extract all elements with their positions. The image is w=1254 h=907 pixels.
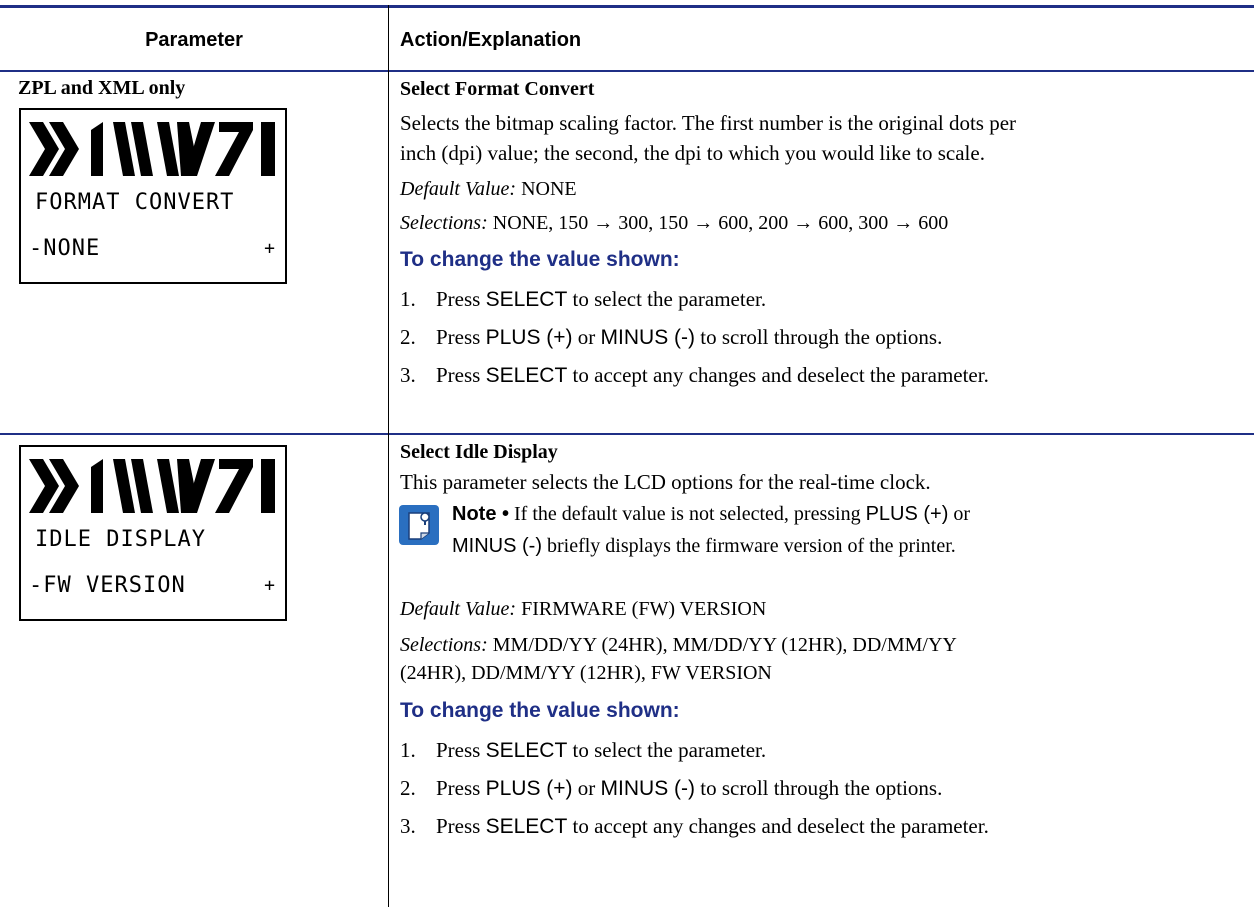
header-action: Action/Explanation — [400, 28, 582, 51]
header-bottom-rule — [0, 70, 1254, 72]
row2-step-2: 2. Press PLUS (+) or MINUS (-) to scroll … — [400, 776, 943, 800]
zebra-logo-icon — [29, 459, 275, 513]
row2-default: Default Value: FIRMWARE (FW) VERSION — [400, 594, 766, 624]
row1-title: Select Format Convert — [400, 78, 595, 100]
row2-desc: This parameter selects the LCD options f… — [400, 470, 931, 494]
row1-procedure-heading: To change the value shown: — [400, 248, 680, 271]
row1-default-label: Default Value: — [400, 178, 517, 200]
row2-default-value: FIRMWARE (FW) VERSION — [521, 598, 767, 620]
row1-label: ZPL and XML only — [18, 77, 186, 99]
row1-selections: Selections: NONE, 150 → 300, 150 → 600, … — [400, 208, 948, 238]
row1-step-2: 2. Press PLUS (+) or MINUS (-) to scroll … — [400, 325, 943, 349]
lcd-plus-icon: + — [264, 575, 275, 596]
row1-step-3: 3. Press SELECT to accept any changes and… — [400, 363, 989, 387]
lcd-line-2: -NONE — [29, 236, 101, 261]
row1-desc-line2: inch (dpi) value; the second, the dpi to… — [400, 141, 985, 165]
row2-procedure-heading: To change the value shown: — [400, 699, 680, 722]
row2-step-1: 1. Press SELECT to select the parameter. — [400, 738, 767, 762]
row1-default-value: NONE — [521, 178, 577, 200]
row1-step-1: 1. Press SELECT to select the parameter. — [400, 287, 767, 311]
parameter-table: Parameter Action/Explanation ZPL and XML… — [0, 5, 1254, 907]
row-divider — [0, 433, 1254, 435]
lcd-plus-icon: + — [264, 238, 275, 259]
row2-selections-label: Selections: — [400, 634, 488, 656]
zebra-logo-icon — [29, 122, 275, 176]
row1-selections-label: Selections: — [400, 212, 488, 234]
row2-default-label: Default Value: — [400, 598, 517, 620]
lcd-line-1: FORMAT CONVERT — [35, 190, 235, 215]
row2-selections-value-1: MM/DD/YY (24HR), MM/DD/YY (12HR), DD/MM/… — [492, 634, 957, 656]
lcd-display-format-convert: FORMAT CONVERT -NONE + — [19, 108, 287, 284]
row2-step-3: 3. Press SELECT to accept any changes and… — [400, 814, 989, 838]
column-divider — [388, 5, 389, 907]
lcd-line-1: IDLE DISPLAY — [35, 527, 206, 552]
row1-selections-value: NONE, 150 → 300, 150 → 600, 200 → 600, 3… — [492, 212, 949, 234]
row2-selections-2: (24HR), DD/MM/YY (12HR), FW VERSION — [400, 662, 772, 684]
row1-default: Default Value: NONE — [400, 174, 577, 204]
note-line-1: Note • If the default value is not selec… — [452, 503, 971, 525]
note-line-2: MINUS (-) briefly displays the firmware … — [452, 535, 956, 557]
note-icon — [399, 505, 439, 545]
header-parameter: Parameter — [145, 28, 243, 51]
lcd-line-2: -FW VERSION — [29, 573, 186, 598]
row2-selections-1: Selections: MM/DD/YY (24HR), MM/DD/YY (1… — [400, 630, 957, 660]
row1-desc-line1: Selects the bitmap scaling factor. The f… — [400, 111, 1017, 135]
lcd-display-idle-display: IDLE DISPLAY -FW VERSION + — [19, 445, 287, 621]
note-paper-icon — [408, 512, 430, 540]
row2-title: Select Idle Display — [400, 441, 558, 463]
table-top-rule — [0, 5, 1254, 8]
